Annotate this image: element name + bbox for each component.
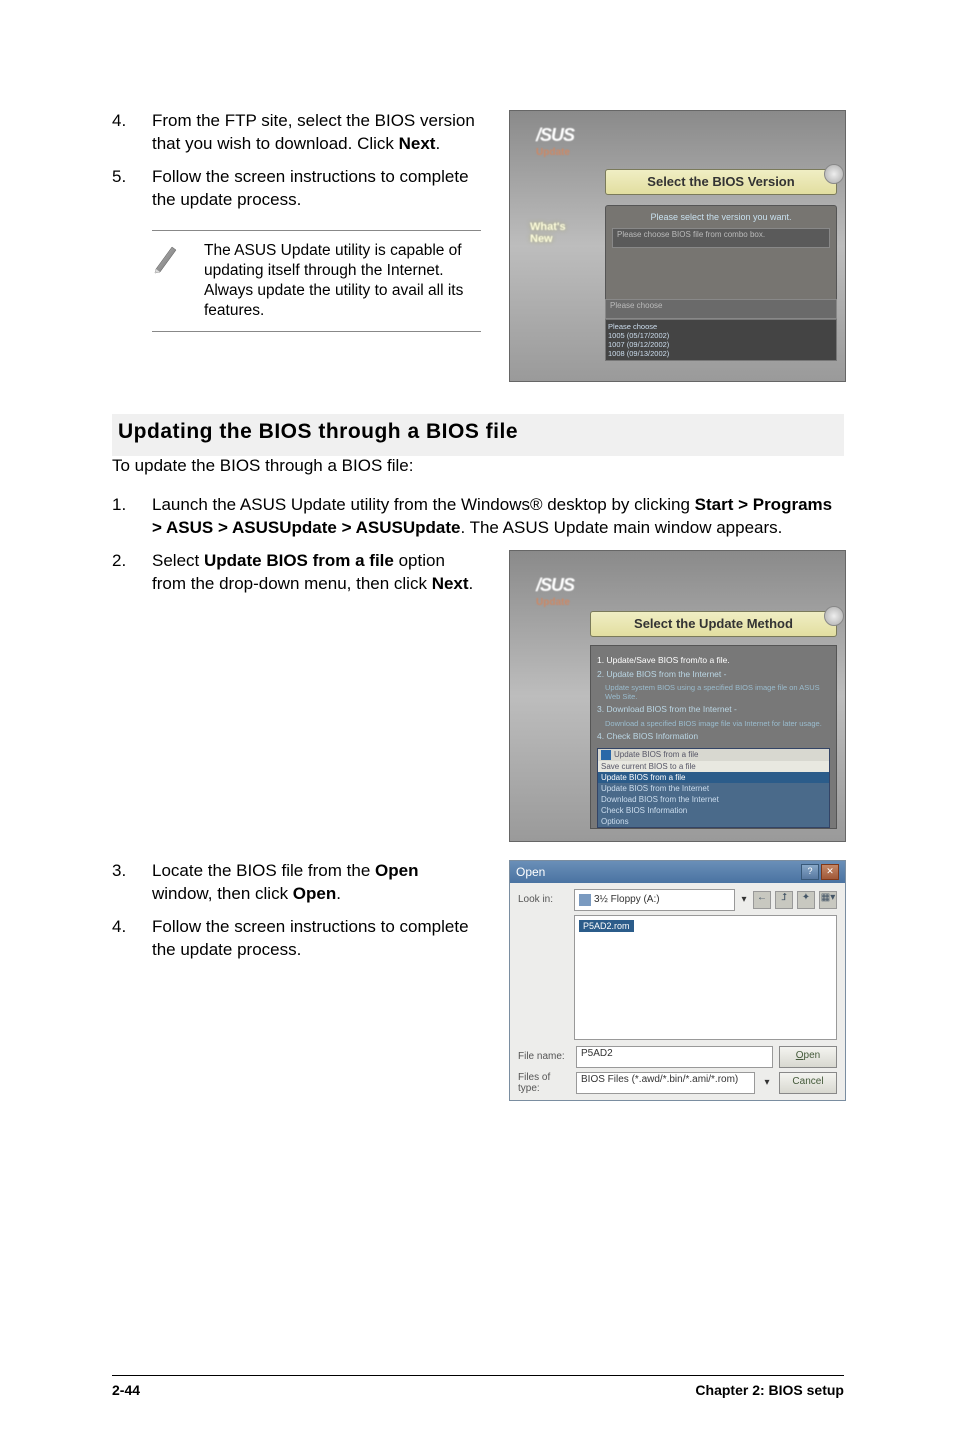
screenshot-select-update-method: /SUS Update Select the Update Method 1. …: [509, 550, 846, 842]
chapter-title: Chapter 2: BIOS setup: [695, 1382, 844, 1398]
filetype-label: Files of type:: [518, 1072, 570, 1094]
file-item[interactable]: P5AD2.rom: [579, 920, 634, 932]
step-text: From the FTP site, select the BIOS versi…: [152, 110, 481, 156]
combo-box[interactable]: Please choose BIOS file from combo box.: [612, 228, 830, 248]
step-text: Follow the screen instructions to comple…: [152, 166, 481, 212]
step-number: 5.: [112, 166, 130, 212]
page-footer: 2-44 Chapter 2: BIOS setup: [112, 1375, 844, 1398]
new-folder-icon[interactable]: ✦: [797, 891, 815, 909]
banner-title: Select the BIOS Version: [605, 169, 837, 195]
views-icon[interactable]: ▦▾: [819, 891, 837, 909]
mid-steps-list-2: 2. Select Update BIOS from a file option…: [112, 550, 481, 596]
close-icon[interactable]: ✕: [821, 864, 839, 880]
method-panel: 1. Update/Save BIOS from/to a file. 2. U…: [590, 645, 837, 829]
file-list-pane[interactable]: P5AD2.rom: [574, 915, 837, 1040]
note-box: The ASUS Update utility is capable of up…: [152, 230, 481, 333]
lookin-field[interactable]: 3½ Floppy (A:): [574, 889, 735, 911]
section-heading: Updating the BIOS through a BIOS file: [118, 420, 838, 444]
step-number: 3.: [112, 860, 130, 906]
filename-input[interactable]: P5AD2: [576, 1046, 773, 1068]
dropdown-arrow-icon[interactable]: ▾: [739, 894, 749, 905]
filetype-select[interactable]: BIOS Files (*.awd/*.bin/*.ami/*.rom): [576, 1072, 755, 1094]
step-text: Locate the BIOS file from the Open windo…: [152, 860, 481, 906]
floppy-icon: [579, 894, 591, 906]
bottom-steps-list: 3. Locate the BIOS file from the Open wi…: [112, 860, 481, 962]
filename-label: File name:: [518, 1051, 570, 1062]
dropdown-arrow-icon[interactable]: ▾: [761, 1077, 773, 1088]
whats-new-label: What's New: [530, 221, 566, 245]
method-dropdown[interactable]: Update BIOS from a file Save current BIO…: [597, 748, 830, 828]
asus-logo: /SUS: [536, 575, 574, 596]
dialog-titlebar: Open ? ✕: [510, 861, 845, 883]
top-steps-list: 4. From the FTP site, select the BIOS ve…: [112, 110, 481, 212]
step-number: 1.: [112, 494, 130, 540]
help-icon[interactable]: ?: [801, 864, 819, 880]
mid-steps-list: 1. Launch the ASUS Update utility from t…: [112, 494, 844, 540]
screenshot-select-bios-version: /SUS Update Select the BIOS Version Plea…: [509, 110, 846, 382]
dialog-title: Open: [516, 865, 545, 879]
note-text: The ASUS Update utility is capable of up…: [204, 241, 481, 322]
step-number: 2.: [112, 550, 130, 596]
info-icon: [824, 606, 844, 626]
cancel-button[interactable]: Cancel: [779, 1072, 837, 1094]
choose-dropdown[interactable]: Please choose: [605, 299, 837, 319]
step-number: 4.: [112, 916, 130, 962]
pencil-icon: [152, 241, 182, 275]
intro-text: To update the BIOS through a BIOS file:: [112, 456, 844, 476]
update-label: Update: [536, 597, 570, 608]
open-button[interactable]: Open: [779, 1046, 837, 1068]
dropdown-items[interactable]: Please choose 1005 (05/17/2002) 1007 (09…: [605, 319, 837, 361]
open-dialog: Open ? ✕ Look in: 3½ Floppy (A:) ▾: [509, 860, 846, 1101]
step-text: Follow the screen instructions to comple…: [152, 916, 481, 962]
update-label: Update: [536, 147, 570, 158]
info-icon: [824, 164, 844, 184]
back-icon[interactable]: ←: [753, 891, 771, 909]
lookin-label: Look in:: [518, 894, 570, 905]
up-icon[interactable]: ⮥: [775, 891, 793, 909]
page-number: 2-44: [112, 1382, 140, 1398]
step-text: Launch the ASUS Update utility from the …: [152, 494, 844, 540]
step-number: 4.: [112, 110, 130, 156]
banner-title: Select the Update Method: [590, 611, 837, 637]
asus-logo: /SUS: [536, 125, 574, 146]
step-text: Select Update BIOS from a file option fr…: [152, 550, 481, 596]
